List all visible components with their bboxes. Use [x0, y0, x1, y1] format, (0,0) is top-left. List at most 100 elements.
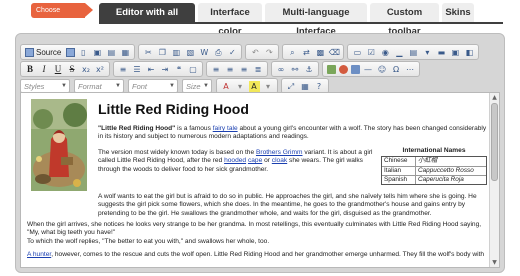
table-cell-name: 小紅帽 [418, 157, 438, 164]
align-right-icon[interactable]: ≡ [239, 64, 250, 75]
show-blocks-icon[interactable]: ▦ [300, 81, 311, 92]
italic-icon[interactable]: I [39, 64, 50, 75]
superscript-icon[interactable]: x² [95, 64, 106, 75]
size-combo-label: Size [186, 81, 201, 91]
table-grid: Chinese 小紅帽 Italian Cappuccetto Rosso Sp… [381, 156, 487, 185]
find-icon[interactable]: ⌕ [287, 47, 298, 58]
redo-icon[interactable]: ↷ [264, 47, 275, 58]
checkbox-icon[interactable]: ☑ [366, 47, 377, 58]
tab-multi-language[interactable]: Multi-language Interface [265, 3, 367, 37]
link-fairy-tale[interactable]: fairy tale [213, 125, 238, 132]
editor-content[interactable]: Little Red Riding Hood "Little Red Ridin… [20, 92, 500, 268]
link-hunter[interactable]: A hunter [27, 251, 51, 258]
tab-skins[interactable]: Skins [442, 3, 474, 22]
new-page-icon[interactable]: ▯ [78, 47, 89, 58]
maximize-icon[interactable]: ⤢ [286, 81, 297, 92]
unlink-icon[interactable]: ⚯ [290, 64, 301, 75]
link-brothers-grimm[interactable]: Brothers Grimm [256, 149, 303, 156]
select-all-icon[interactable]: ▩ [315, 47, 326, 58]
chevron-down-icon: ▼ [169, 83, 175, 89]
intro-bold-title: "Little Red Riding Hood" [98, 125, 176, 132]
flash-icon[interactable] [338, 64, 348, 74]
button-field-icon[interactable]: ▬ [436, 47, 447, 58]
link-icon[interactable]: ∞ [276, 64, 287, 75]
paragraph-intro: "Little Red Riding Hood" is a famous fai… [98, 125, 491, 142]
link-hooded[interactable]: hooded [224, 157, 246, 164]
choose-sample-button[interactable]: Choose sample: [31, 3, 93, 29]
spellcheck-icon[interactable]: ✓ [227, 47, 238, 58]
special-char-icon[interactable]: Ω [391, 64, 402, 75]
form-icon[interactable]: ▭ [352, 47, 363, 58]
underline-icon[interactable]: U [53, 64, 64, 75]
anchor-icon[interactable]: ⚓ [304, 64, 315, 75]
image-button-icon[interactable]: ▣ [450, 47, 461, 58]
table-cell-name: Caperucita Roja [418, 176, 464, 183]
basic-styles-group: B I U S x₂ x² [20, 61, 110, 77]
format-combo[interactable]: Format ▼ [74, 79, 124, 93]
paste-text-icon[interactable]: ▧ [185, 47, 196, 58]
content-scrollbar[interactable]: ▲ ▼ [489, 93, 499, 267]
save-icon[interactable] [65, 47, 75, 57]
chevron-down-icon[interactable]: ▾ [263, 81, 274, 92]
background-color-icon[interactable]: A [248, 80, 260, 92]
tab-custom-toolbar[interactable]: Custom toolbar [370, 3, 439, 37]
tab-editor-all-features[interactable]: Editor with all features [99, 3, 195, 37]
blockquote-icon[interactable]: ❝ [174, 64, 185, 75]
replace-icon[interactable]: ⇄ [301, 47, 312, 58]
textarea-icon[interactable]: ▤ [408, 47, 419, 58]
link-cape[interactable]: cape [248, 157, 262, 164]
bold-icon[interactable]: B [25, 64, 36, 75]
chevron-down-icon: ▼ [61, 83, 67, 89]
scroll-down-icon[interactable]: ▼ [490, 258, 499, 267]
paste-word-icon[interactable]: W [199, 47, 210, 58]
source-button[interactable]: Source [36, 48, 61, 57]
text-color-icon[interactable]: A [221, 81, 232, 92]
horizontal-rule-icon[interactable]: — [363, 64, 374, 75]
textfield-icon[interactable]: ▁ [394, 47, 405, 58]
print-button-icon[interactable]: ⎙ [213, 47, 224, 58]
tab-interface-color[interactable]: Interface color [198, 3, 262, 37]
undo-icon[interactable]: ↶ [250, 47, 261, 58]
hidden-field-icon[interactable]: ◧ [464, 47, 475, 58]
find-group: ⌕ ⇄ ▩ ⌫ [282, 44, 345, 60]
outdent-icon[interactable]: ⇤ [146, 64, 157, 75]
link-cloak[interactable]: cloak [272, 157, 287, 164]
strike-icon[interactable]: S [67, 64, 78, 75]
table-icon[interactable] [350, 64, 360, 74]
image-icon[interactable] [326, 64, 336, 74]
align-justify-icon[interactable]: ≣ [253, 64, 264, 75]
size-combo[interactable]: Size ▼ [182, 79, 212, 93]
print-icon[interactable]: ▤ [106, 47, 117, 58]
editor-toolbar: Source ▯ ▣ ▤ ▦ ✂ ❐ ▥ ▧ W ⎙ ✓ ↶ ↷ ⌕ ⇄ ▩ ⌫… [20, 39, 500, 95]
source-icon[interactable] [24, 47, 34, 57]
preview-icon[interactable]: ▣ [92, 47, 103, 58]
paste-icon[interactable]: ▥ [171, 47, 182, 58]
chevron-down-icon[interactable]: ▾ [235, 81, 246, 92]
scroll-thumb[interactable] [491, 103, 498, 181]
radio-icon[interactable]: ◉ [380, 47, 391, 58]
table-cell-lang: Italian [382, 167, 416, 175]
templates-icon[interactable]: ▦ [120, 47, 131, 58]
align-center-icon[interactable]: ≡ [225, 64, 236, 75]
smiley-icon[interactable]: ☺ [377, 64, 388, 75]
page-break-icon[interactable]: ⋯ [405, 64, 416, 75]
table-cell-lang: Chinese [382, 157, 416, 166]
font-combo[interactable]: Font ▼ [128, 79, 178, 93]
cut-icon[interactable]: ✂ [143, 47, 154, 58]
styles-combo[interactable]: Styles ▼ [20, 79, 70, 93]
scroll-up-icon[interactable]: ▲ [490, 93, 499, 102]
align-group: ≡ ≡ ≡ ≣ [206, 61, 268, 77]
align-left-icon[interactable]: ≡ [211, 64, 222, 75]
about-icon[interactable]: ? [314, 81, 325, 92]
select-field-icon[interactable]: ▾ [422, 47, 433, 58]
div-container-icon[interactable]: ▢ [188, 64, 199, 75]
bulleted-list-icon[interactable]: ☰ [132, 64, 143, 75]
styles-combo-label: Styles [24, 81, 45, 91]
wolf-text: A wolf wants to eat the girl but is afra… [98, 193, 477, 217]
format-combo-label: Format [78, 81, 102, 91]
indent-icon[interactable]: ⇥ [160, 64, 171, 75]
copy-icon[interactable]: ❐ [157, 47, 168, 58]
numbered-list-icon[interactable]: ≡ [118, 64, 129, 75]
remove-format-icon[interactable]: ⌫ [329, 47, 340, 58]
subscript-icon[interactable]: x₂ [81, 64, 92, 75]
